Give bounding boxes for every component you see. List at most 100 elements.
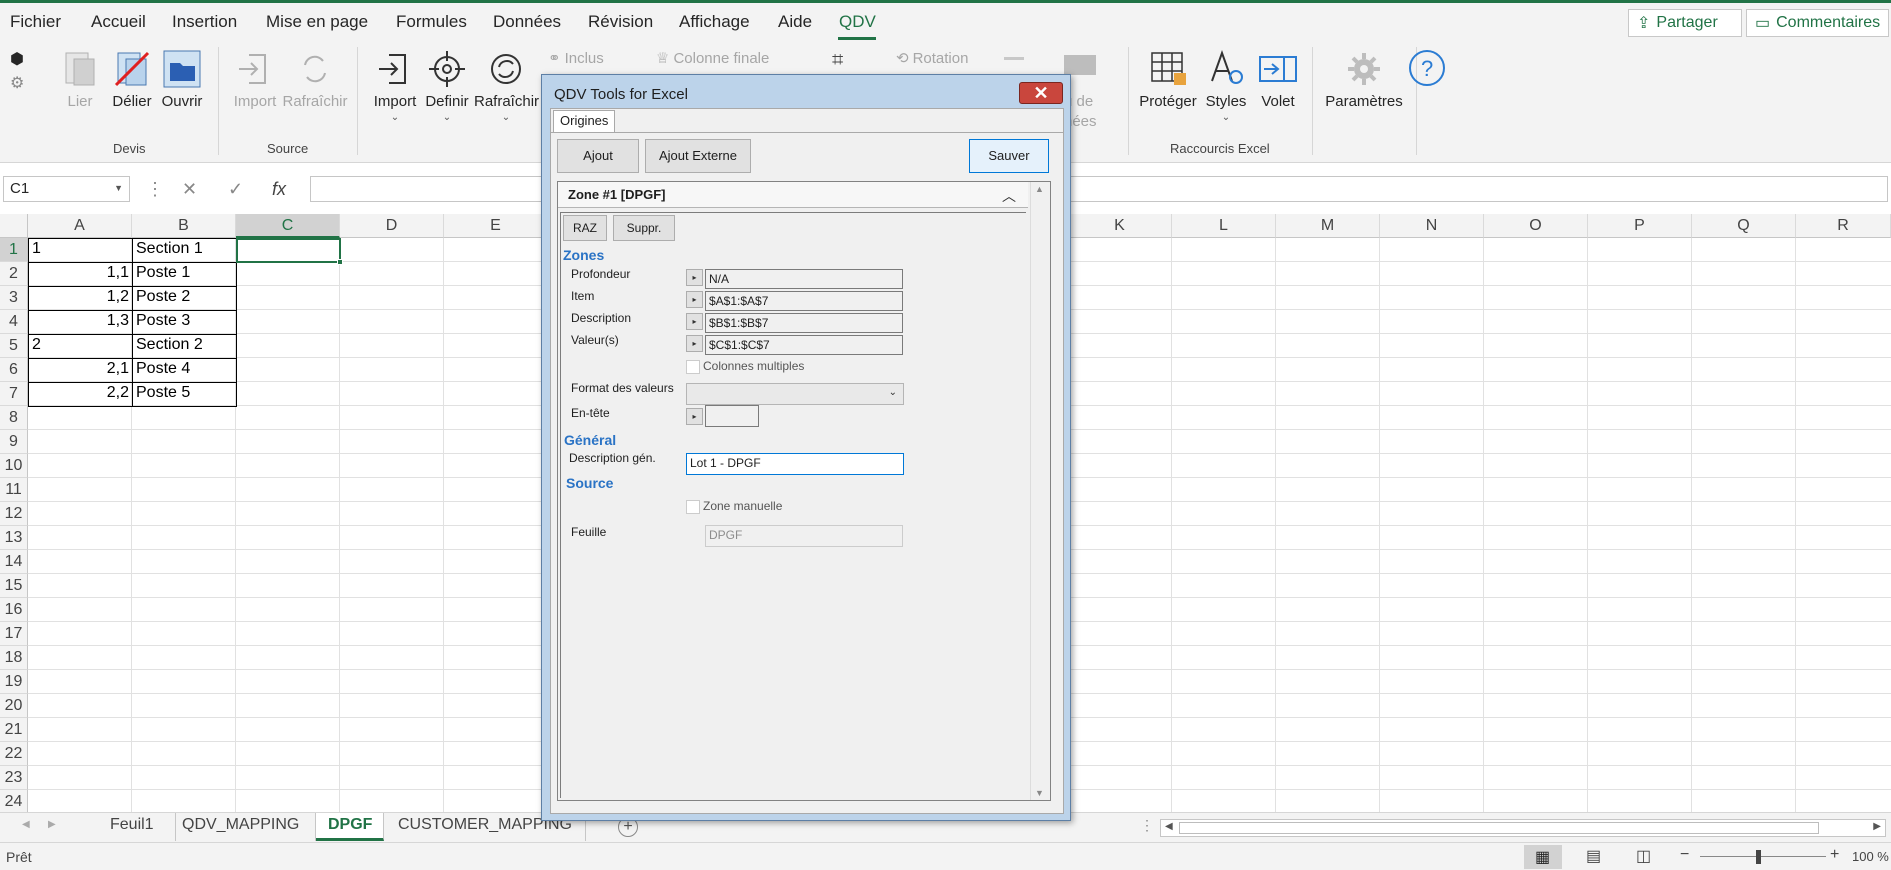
column-header-d[interactable]: D xyxy=(340,214,444,238)
zoom-level[interactable]: 100 % xyxy=(1852,849,1889,864)
scroll-right-icon[interactable]: ▶ xyxy=(48,819,56,830)
select-all-corner[interactable] xyxy=(0,214,28,238)
desc-gen-input[interactable]: Lot 1 - DPGF xyxy=(686,453,904,475)
ajout-button[interactable]: Ajout xyxy=(557,139,639,173)
menu-accueil[interactable]: Accueil xyxy=(91,12,146,32)
row-header-15[interactable]: 15 xyxy=(0,574,28,598)
raz-button[interactable]: RAZ xyxy=(563,215,607,241)
page-layout-view-icon[interactable]: ▤ xyxy=(1586,846,1601,866)
source-import-button[interactable]: Import xyxy=(230,49,280,110)
column-header-m[interactable]: M xyxy=(1276,214,1380,238)
source-refresh-button[interactable]: Rafraîchir xyxy=(282,49,348,110)
menu-formules[interactable]: Formules xyxy=(396,12,467,32)
zoom-slider-thumb[interactable] xyxy=(1756,850,1761,864)
row-header-21[interactable]: 21 xyxy=(0,718,28,742)
gear-small-icon[interactable]: ⚙ xyxy=(10,73,24,93)
colonne-finale-button[interactable]: ♕ Colonne finale xyxy=(656,49,769,68)
share-button[interactable]: ⇪ Partager xyxy=(1628,9,1742,37)
ouvrir-button[interactable]: Ouvrir xyxy=(160,49,204,110)
definir-button[interactable]: Definir ⌄ xyxy=(422,49,472,123)
valeurs-field[interactable]: $C$1:$C$7 xyxy=(705,335,903,355)
lier-button[interactable]: Lier xyxy=(58,49,102,110)
column-header-l[interactable]: L xyxy=(1172,214,1276,238)
row-header-17[interactable]: 17 xyxy=(0,622,28,646)
rotation-button[interactable]: ⟲ Rotation xyxy=(896,49,968,68)
column-header-o[interactable]: O xyxy=(1484,214,1588,238)
horizontal-scrollbar[interactable]: ◀ ▶ xyxy=(1160,819,1886,837)
name-box[interactable]: C1 ▼ xyxy=(3,176,130,202)
menu-donnees[interactable]: Données xyxy=(493,12,561,32)
delier-button[interactable]: Délier xyxy=(110,49,154,110)
chevron-down-icon[interactable]: ▼ xyxy=(114,183,123,193)
row-header-13[interactable]: 13 xyxy=(0,526,28,550)
row-header-1[interactable]: 1 xyxy=(0,238,28,262)
entete-picker[interactable]: ▸ xyxy=(686,408,703,425)
scroll-left-icon[interactable]: ◀ xyxy=(1165,821,1173,832)
row-header-12[interactable]: 12 xyxy=(0,502,28,526)
row-header-4[interactable]: 4 xyxy=(0,310,28,334)
zone-header[interactable]: Zone #1 [DPGF] ︿ xyxy=(558,182,1028,208)
qdv-import-button[interactable]: Import ⌄ xyxy=(370,49,420,123)
format-select[interactable]: ⌄ xyxy=(686,383,904,405)
row-header-18[interactable]: 18 xyxy=(0,646,28,670)
tab-origines[interactable]: Origines xyxy=(553,110,616,132)
row-header-23[interactable]: 23 xyxy=(0,766,28,790)
column-header-a[interactable]: A xyxy=(28,214,132,238)
cell-b7[interactable]: Poste 5 xyxy=(132,382,237,407)
column-header-p[interactable]: P xyxy=(1588,214,1692,238)
row-header-14[interactable]: 14 xyxy=(0,550,28,574)
cell-a6[interactable]: 2,1 xyxy=(28,358,133,383)
cell-a3[interactable]: 1,2 xyxy=(28,286,133,311)
row-header-3[interactable]: 3 xyxy=(0,286,28,310)
ajout-externe-button[interactable]: Ajout Externe xyxy=(645,139,751,173)
row-header-16[interactable]: 16 xyxy=(0,598,28,622)
column-header-c[interactable]: C xyxy=(236,214,340,238)
cell-a5[interactable]: 2 xyxy=(28,334,133,359)
profondeur-field[interactable]: N/A xyxy=(705,269,903,289)
page-break-view-icon[interactable]: ◫ xyxy=(1636,846,1651,866)
normal-view-icon[interactable]: ▦ xyxy=(1524,845,1562,869)
column-header-b[interactable]: B xyxy=(132,214,236,238)
scroll-down-icon[interactable]: ▼ xyxy=(1035,788,1044,798)
row-header-5[interactable]: 5 xyxy=(0,334,28,358)
proteger-button[interactable]: Protéger xyxy=(1138,49,1198,110)
cell-b4[interactable]: Poste 3 xyxy=(132,310,237,335)
sheet-tab-dpgf[interactable]: DPGF xyxy=(316,813,384,841)
cell-a4[interactable]: 1,3 xyxy=(28,310,133,335)
active-cell-c1[interactable] xyxy=(236,238,343,265)
scroll-up-icon[interactable]: ▲ xyxy=(1035,184,1044,194)
menu-fichier[interactable]: Fichier xyxy=(10,12,61,32)
cell-a2[interactable]: 1,1 xyxy=(28,262,133,287)
column-header-r[interactable]: R xyxy=(1796,214,1891,238)
colonnes-multiples-checkbox[interactable] xyxy=(686,360,700,374)
valeurs-picker[interactable]: ▸ xyxy=(686,335,703,352)
cell-b3[interactable]: Poste 2 xyxy=(132,286,237,311)
zoom-in-icon[interactable]: + xyxy=(1830,846,1839,864)
cell-b5[interactable]: Section 2 xyxy=(132,334,237,359)
description-field[interactable]: $B$1:$B$7 xyxy=(705,313,903,333)
cell-b6[interactable]: Poste 4 xyxy=(132,358,237,383)
cell-a7[interactable]: 2,2 xyxy=(28,382,133,407)
vertical-scrollbar[interactable]: ▲ ▼ xyxy=(1030,182,1048,800)
row-header-22[interactable]: 22 xyxy=(0,742,28,766)
fill-handle[interactable] xyxy=(337,259,343,265)
confirm-icon[interactable]: ✓ xyxy=(228,179,243,200)
row-header-6[interactable]: 6 xyxy=(0,358,28,382)
row-header-24[interactable]: 24 xyxy=(0,790,28,812)
item-field[interactable]: $A$1:$A$7 xyxy=(705,291,903,311)
column-header-k[interactable]: K xyxy=(1068,214,1172,238)
zone-manuelle-checkbox[interactable] xyxy=(686,500,700,514)
function-icon[interactable]: fx xyxy=(272,179,286,200)
zoom-out-icon[interactable]: − xyxy=(1680,846,1689,864)
column-header-n[interactable]: N xyxy=(1380,214,1484,238)
row-header-10[interactable]: 10 xyxy=(0,454,28,478)
qdv-refresh-button[interactable]: Rafraîchir ⌄ xyxy=(474,49,539,123)
column-header-e[interactable]: E xyxy=(444,214,548,238)
row-header-7[interactable]: 7 xyxy=(0,382,28,406)
profondeur-picker[interactable]: ▸ xyxy=(686,269,703,286)
scrollbar-thumb[interactable] xyxy=(1179,822,1819,834)
parametres-button[interactable]: Paramètres xyxy=(1322,49,1406,110)
sauver-button[interactable]: Sauver xyxy=(969,139,1049,173)
suppr-button[interactable]: Suppr. xyxy=(613,215,675,241)
row-header-9[interactable]: 9 xyxy=(0,430,28,454)
